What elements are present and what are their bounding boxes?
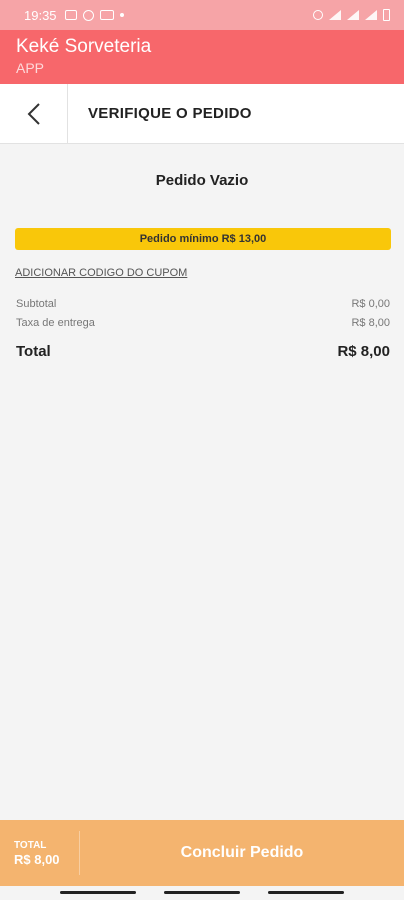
total-row: Total R$ 8,00: [16, 343, 390, 360]
app-subtitle: APP: [16, 60, 45, 76]
subtotal-value: R$ 0,00: [351, 298, 390, 310]
delivery-fee-value: R$ 8,00: [351, 317, 390, 329]
chevron-left-icon: [27, 102, 40, 125]
conclude-order-button[interactable]: Concluir Pedido: [80, 844, 404, 862]
delivery-fee-row: Taxa de entrega R$ 8,00: [16, 317, 390, 329]
nav-back-button[interactable]: [268, 891, 344, 894]
nav-recent-button[interactable]: [60, 891, 136, 894]
image-icon: [64, 10, 77, 20]
total-value: R$ 8,00: [337, 343, 390, 360]
dot-icon: [119, 13, 124, 17]
footer-total: TOTAL R$ 8,00: [0, 831, 80, 875]
order-review: Pedido Vazio Pedido mínimo R$ 13,00 ADIC…: [0, 144, 404, 820]
footer-total-value: R$ 8,00: [14, 851, 60, 867]
status-time: 19:35: [24, 7, 57, 23]
system-nav-bar: [0, 886, 404, 900]
add-coupon-link[interactable]: ADICIONAR CODIGO DO CUPOM: [15, 267, 187, 279]
youtube-icon: [99, 10, 114, 20]
signal-icon: [347, 10, 359, 20]
wifi-icon: [329, 10, 341, 20]
subtotal-row: Subtotal R$ 0,00: [16, 298, 390, 310]
whatsapp-icon: [82, 9, 94, 21]
back-button[interactable]: [0, 83, 68, 144]
delivery-fee-label: Taxa de entrega: [16, 317, 95, 329]
page-title: VERIFIQUE O PEDIDO: [88, 105, 252, 122]
status-bar: 19:35: [0, 0, 404, 30]
signal-icon: [365, 10, 377, 20]
total-label: Total: [16, 343, 51, 360]
footer-total-label: TOTAL: [14, 839, 47, 851]
app-bar: Keké Sorveteria APP: [0, 30, 404, 84]
page-header: VERIFIQUE O PEDIDO: [0, 83, 404, 144]
subtotal-label: Subtotal: [16, 298, 57, 310]
battery-icon: [383, 9, 390, 21]
alarm-icon: [313, 10, 323, 20]
nav-home-button[interactable]: [164, 891, 240, 894]
min-order-notice: Pedido mínimo R$ 13,00: [15, 228, 391, 250]
app-title: Keké Sorveteria: [16, 36, 152, 57]
checkout-footer: TOTAL R$ 8,00 Concluir Pedido: [0, 820, 404, 886]
empty-order-title: Pedido Vazio: [155, 172, 249, 189]
